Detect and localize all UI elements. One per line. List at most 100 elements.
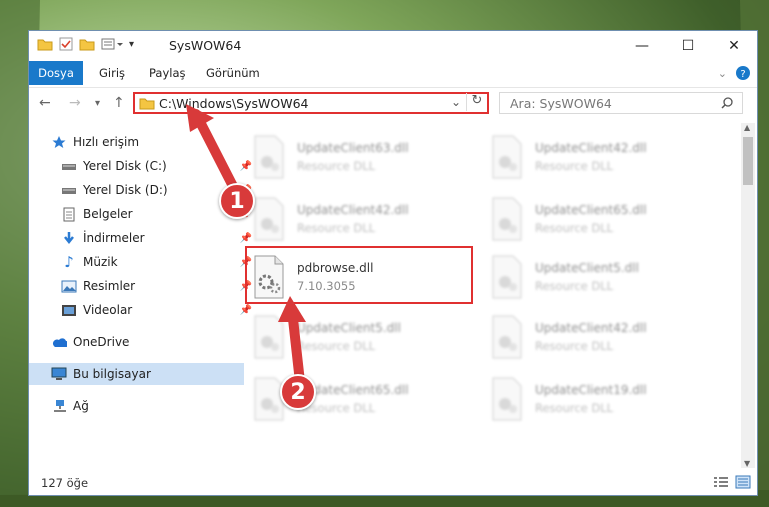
sidebar-item-downloads[interactable]: İndirmeler 📌 xyxy=(29,227,254,249)
file-name: UpdateClient42.dll xyxy=(535,321,647,335)
sidebar-item-label: Hızlı erişim xyxy=(73,135,140,149)
search-box[interactable]: Ara: SysWOW64 xyxy=(499,92,743,114)
file-item[interactable]: UpdateClient63.dll Resource DLL xyxy=(249,131,469,183)
sidebar-item-videos[interactable]: Videolar 📌 xyxy=(29,299,254,321)
highlight-box-file xyxy=(245,246,473,304)
item-count: 127 öğe xyxy=(41,476,89,490)
tiles-view-icon[interactable] xyxy=(735,475,751,489)
recent-locations-icon[interactable]: ▾ xyxy=(95,98,100,109)
scroll-up-icon[interactable]: ▲ xyxy=(744,123,750,132)
folder-icon xyxy=(139,98,155,110)
file-item[interactable]: UpdateClient5.dll Resource DLL xyxy=(487,251,707,303)
music-icon: ♪ xyxy=(64,253,74,271)
view-switcher xyxy=(713,475,751,489)
chevron-down-icon[interactable]: ⌄ xyxy=(451,95,461,109)
vertical-scrollbar[interactable]: ▲ ▼ xyxy=(741,123,755,468)
up-arrow-icon[interactable]: ↑ xyxy=(113,95,125,111)
tab-gorunum[interactable]: Görünüm xyxy=(206,61,260,85)
sidebar-item-label: Bu bilgisayar xyxy=(73,367,151,381)
file-item[interactable]: UpdateClient42.dll Resource DLL xyxy=(249,193,469,245)
sidebar-item-quick-access[interactable]: Hızlı erişim xyxy=(29,131,244,153)
properties-icon[interactable] xyxy=(59,37,73,51)
new-folder-icon[interactable] xyxy=(79,37,95,51)
dll-file-icon xyxy=(492,135,522,179)
ribbon-right-controls: ⌄ ? xyxy=(718,65,751,81)
refresh-icon[interactable]: ↻ xyxy=(466,93,487,111)
help-icon[interactable]: ? xyxy=(735,65,751,81)
document-icon xyxy=(61,206,77,222)
details-view-icon[interactable] xyxy=(713,475,729,489)
search-placeholder: Ara: SysWOW64 xyxy=(510,96,612,111)
address-path: C:\Windows\SysWOW64 xyxy=(159,96,309,111)
file-item[interactable]: UpdateClient19.dll Resource DLL xyxy=(487,373,707,425)
dll-file-icon xyxy=(254,315,284,359)
file-name: UpdateClient42.dll xyxy=(297,203,409,217)
tab-giris[interactable]: Giriş xyxy=(99,61,125,85)
computer-icon xyxy=(51,366,67,382)
tab-dosya[interactable]: Dosya xyxy=(29,61,83,85)
network-icon xyxy=(51,398,67,414)
file-description: Resource DLL xyxy=(297,221,376,235)
expand-ribbon-icon[interactable]: ⌄ xyxy=(718,67,727,80)
file-description: Resource DLL xyxy=(535,401,614,415)
dll-file-icon xyxy=(254,197,284,241)
title-bar: ▾ SysWOW64 — ☐ ✕ xyxy=(29,31,757,61)
close-button[interactable]: ✕ xyxy=(711,31,757,61)
status-bar: 127 öğe xyxy=(29,471,757,495)
file-item[interactable]: UpdateClient5.dll Resource DLL xyxy=(249,311,469,363)
step-badge-2: 2 xyxy=(280,374,316,410)
sidebar-item-pictures[interactable]: Resimler 📌 xyxy=(29,275,254,297)
file-name: UpdateClient65.dll xyxy=(535,203,647,217)
file-name: UpdateClient5.dll xyxy=(535,261,639,275)
file-description: Resource DLL xyxy=(297,159,376,173)
file-description: Resource DLL xyxy=(535,339,614,353)
file-item[interactable]: UpdateClient42.dll Resource DLL xyxy=(487,311,707,363)
file-description: Resource DLL xyxy=(535,159,614,173)
scroll-down-icon[interactable]: ▼ xyxy=(744,459,750,468)
sidebar-item-music[interactable]: ♪ Müzik 📌 xyxy=(29,251,254,273)
tab-paylas[interactable]: Paylaş xyxy=(149,61,186,85)
file-description: Resource DLL xyxy=(535,279,614,293)
forward-arrow-icon[interactable]: → xyxy=(69,95,81,111)
sidebar-item-this-pc[interactable]: Bu bilgisayar xyxy=(29,363,244,385)
address-bar[interactable]: C:\Windows\SysWOW64 ⌄ ↻ xyxy=(133,92,489,114)
customize-toolbar-icon[interactable] xyxy=(101,37,123,51)
file-name: UpdateClient19.dll xyxy=(535,383,647,397)
dll-file-icon xyxy=(254,135,284,179)
cloud-icon xyxy=(51,334,67,350)
sidebar-item-network[interactable]: Ağ xyxy=(29,395,244,417)
scroll-thumb[interactable] xyxy=(743,137,753,185)
sidebar-item-onedrive[interactable]: OneDrive xyxy=(29,331,244,353)
file-name: UpdateClient42.dll xyxy=(535,141,647,155)
sidebar-item-label: Videolar xyxy=(83,303,133,317)
file-item[interactable]: UpdateClient65.dll Resource DLL xyxy=(487,193,707,245)
dll-file-icon xyxy=(492,377,522,421)
dll-file-icon xyxy=(492,197,522,241)
sidebar-item-label: Ağ xyxy=(73,399,89,413)
file-description: Resource DLL xyxy=(297,339,376,353)
minimize-button[interactable]: — xyxy=(619,31,665,61)
drive-icon xyxy=(61,182,77,198)
quick-access-toolbar: ▾ xyxy=(37,37,134,51)
step-badge-1: 1 xyxy=(219,183,255,219)
sidebar-item-local-disk-c[interactable]: Yerel Disk (C:) 📌 xyxy=(29,155,254,177)
file-name: UpdateClient5.dll xyxy=(297,321,401,335)
folder-icon[interactable] xyxy=(37,37,53,51)
sidebar-item-label: Belgeler xyxy=(83,207,133,221)
sidebar-item-label: Yerel Disk (D:) xyxy=(83,183,168,197)
sidebar-item-label: İndirmeler xyxy=(83,231,145,245)
back-arrow-icon[interactable]: ← xyxy=(39,95,51,111)
sidebar-item-label: OneDrive xyxy=(73,335,130,349)
search-icon[interactable] xyxy=(720,96,734,110)
navigation-bar: ← → ▾ ↑ C:\Windows\SysWOW64 ⌄ ↻ Ara: Sys… xyxy=(29,87,757,118)
navigation-pane: Hızlı erişim Yerel Disk (C:) 📌 Yerel Dis… xyxy=(29,123,252,463)
file-description: Resource DLL xyxy=(297,401,376,415)
maximize-button[interactable]: ☐ xyxy=(665,31,711,61)
dll-file-icon xyxy=(492,315,522,359)
video-icon xyxy=(61,302,77,318)
sidebar-item-label: Müzik xyxy=(83,255,118,269)
sidebar-item-label: Resimler xyxy=(83,279,136,293)
chevron-down-icon[interactable]: ▾ xyxy=(129,39,134,50)
drive-icon xyxy=(61,158,77,174)
file-item[interactable]: UpdateClient42.dll Resource DLL xyxy=(487,131,707,183)
